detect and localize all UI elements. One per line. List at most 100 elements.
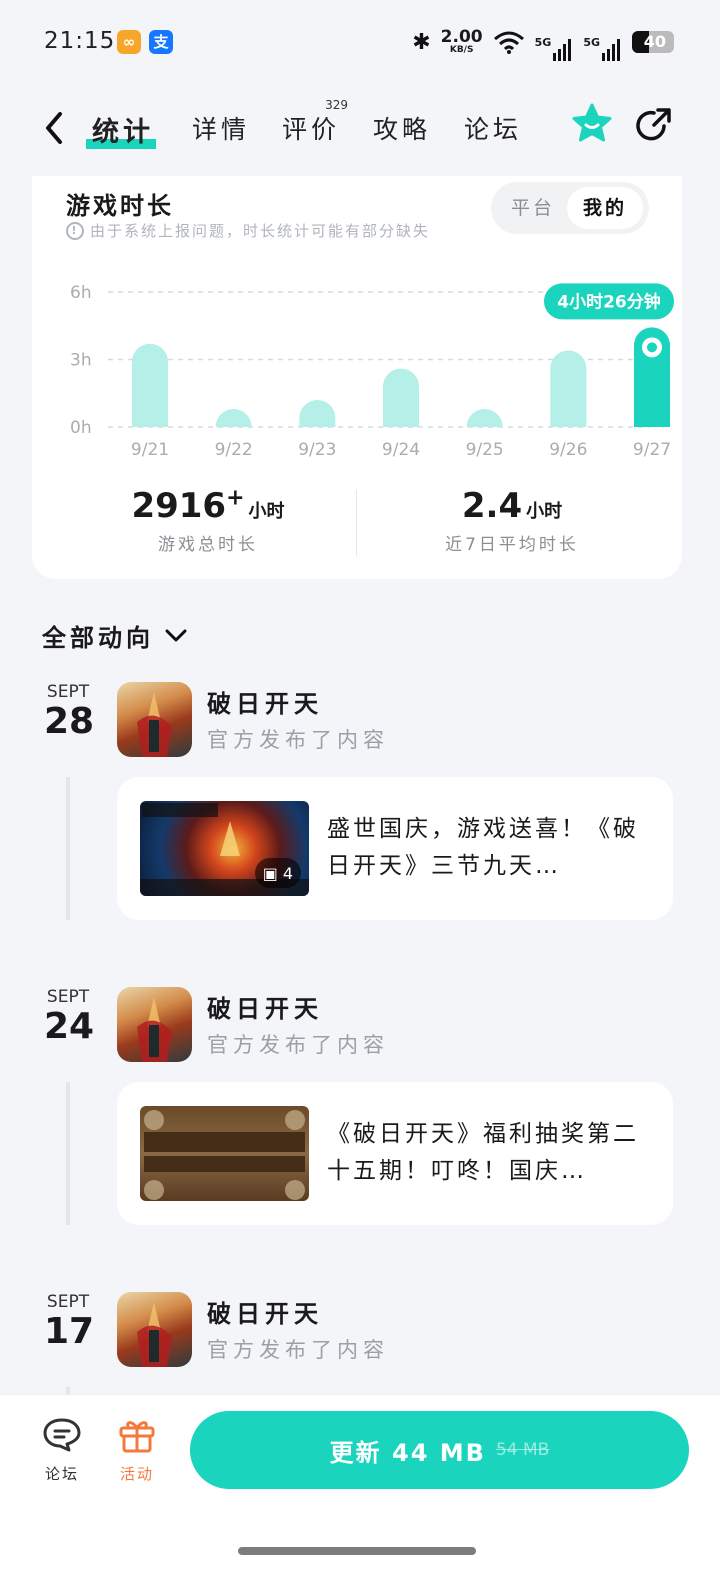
avg-label: 近7日平均时长 <box>445 535 579 555</box>
total-label: 游戏总时长 <box>158 535 258 556</box>
tab-reviews[interactable]: 评价 329 <box>282 98 348 146</box>
signal-bars-icon <box>602 38 622 61</box>
tab-guides[interactable]: 攻略 <box>373 110 431 146</box>
x-tick-label: 9/25 <box>466 440 504 460</box>
update-button[interactable]: 更新 44 MB 54 MB <box>190 1411 689 1489</box>
image-icon: ▣ <box>262 863 278 883</box>
feed-month: SEPT <box>46 682 90 702</box>
game-name[interactable]: 破日开天 <box>207 1294 323 1329</box>
info-icon: ! <box>66 221 84 240</box>
toggle-platform[interactable]: 平台 <box>499 187 567 229</box>
chevron-down-icon <box>165 629 187 641</box>
post-text: 盛世国庆，游戏送喜！《破日开天》三节九天… <box>327 816 639 879</box>
x-tick-label: 9/24 <box>382 440 420 460</box>
feed-day: 28 <box>44 701 95 742</box>
old-size-label: 54 MB <box>495 1440 550 1460</box>
post-card[interactable]: ▣ 4 盛世国庆，游戏送喜！《破日开天》三节九天… <box>117 777 673 920</box>
status-time: 21:15 <box>44 28 116 54</box>
tab-details[interactable]: 详情 <box>192 110 250 146</box>
all-activity-dropdown[interactable]: 全部动向 <box>42 618 188 653</box>
play-time-chart: 0h 3h 6h 9/21 9/22 9/23 9/24 9/25 9/26 9/27 4小时26分… <box>70 283 674 460</box>
game-name[interactable]: 破日开天 <box>207 989 323 1024</box>
gift-icon <box>119 1421 155 1453</box>
post-image[interactable] <box>140 1106 309 1201</box>
network-rate: 2.00 KB/S <box>440 27 483 55</box>
game-icon[interactable] <box>117 1292 192 1367</box>
feed-day: 24 <box>44 1006 95 1047</box>
notice-text: 由于系统上报问题，时长统计可能有部分缺失 <box>90 222 431 240</box>
x-tick-label: 9/21 <box>131 440 169 460</box>
battery-icon: 40 <box>632 31 674 53</box>
tooltip-text: 4小时26分钟 <box>557 291 661 312</box>
signal-5g-1: 5G <box>535 36 574 61</box>
chart-bar <box>466 409 503 427</box>
timeline-line <box>66 1082 70 1225</box>
x-tick-label: 9/22 <box>215 440 253 460</box>
favorite-star-icon[interactable] <box>570 102 614 146</box>
total-unit: 小时 <box>248 501 285 523</box>
activity-button[interactable]: 活动 <box>107 1417 167 1484</box>
toggle-mine[interactable]: 我的 <box>567 187 643 229</box>
bar-highlight-dot-inner <box>647 342 657 353</box>
update-label: 更新 44 MB <box>329 1438 486 1467</box>
tab-reviews-label: 评价 <box>282 115 341 144</box>
activity-label: 活动 <box>119 1465 154 1483</box>
avg-playtime: 2.4 小时 近7日平均时长 <box>432 486 592 555</box>
chart-bar <box>215 409 252 427</box>
top-nav: 统计 详情 评价 329 攻略 论坛 <box>0 96 720 160</box>
app-notification-icon: ∞ <box>117 30 141 54</box>
total-playtime: 2916+小时 游戏总时长 <box>128 486 288 555</box>
tab-stats[interactable]: 统计 <box>86 110 156 149</box>
wifi-icon <box>493 31 524 54</box>
x-tick-label: 9/26 <box>549 440 587 460</box>
y-tick-label: 3h <box>70 351 92 371</box>
feed-month: SEPT <box>46 1292 90 1312</box>
avg-value: 2.4 <box>461 486 523 526</box>
battery-level: 40 <box>643 32 666 51</box>
signal-5g-2: 5G <box>583 36 622 61</box>
y-tick-label: 0h <box>70 418 92 438</box>
feed-date: SEPT 24 <box>44 987 95 1047</box>
timeline-line <box>66 777 70 920</box>
bottom-bar: 论坛 活动 更新 44 MB 54 MB <box>0 1394 720 1584</box>
tab-forum[interactable]: 论坛 <box>464 110 522 146</box>
post-card[interactable]: 《破日开天》福利抽奖第二十五期！叮咚！国庆… <box>117 1082 673 1225</box>
platform-toggle: 平台 我的 <box>491 182 649 234</box>
stat-divider <box>356 490 357 556</box>
forum-icon <box>43 1418 81 1452</box>
review-count-badge: 329 <box>325 98 349 112</box>
card-title: 游戏时长 <box>66 192 174 220</box>
chart-bar <box>550 350 587 427</box>
game-name[interactable]: 破日开天 <box>207 684 323 719</box>
feed-date: SEPT 17 <box>44 1292 95 1352</box>
chart-bar <box>299 400 336 427</box>
section-title: 全部动向 <box>42 624 154 652</box>
back-arrow-icon[interactable] <box>38 108 68 148</box>
forum-button[interactable]: 论坛 <box>32 1417 92 1484</box>
chart-bar <box>132 343 168 427</box>
signal-bars-icon <box>553 38 573 61</box>
feed-subtitle: 官方发布了内容 <box>207 1033 389 1057</box>
alipay-notification-icon: 支 <box>149 30 173 54</box>
y-tick-label: 6h <box>70 283 92 303</box>
post-image[interactable]: ▣ 4 <box>140 801 309 896</box>
forum-label: 论坛 <box>44 1465 79 1483</box>
chart-bar <box>383 368 419 427</box>
play-time-card: 游戏时长 ! 由于系统上报问题，时长统计可能有部分缺失 平台 我的 0h 3h 6h… <box>32 176 682 579</box>
bluetooth-icon: ✱ <box>412 29 431 55</box>
image-count-badge: ▣ 4 <box>254 858 301 888</box>
feed-subtitle: 官方发布了内容 <box>207 1338 389 1362</box>
feed-subtitle: 官方发布了内容 <box>207 728 389 752</box>
total-value: 2916+ <box>131 486 245 527</box>
feed-date: SEPT 28 <box>44 682 95 742</box>
game-icon[interactable] <box>117 987 192 1062</box>
data-notice: ! 由于系统上报问题，时长统计可能有部分缺失 <box>66 220 430 241</box>
feed-day: 17 <box>44 1311 95 1352</box>
x-tick-label: 9/27 <box>633 440 671 460</box>
home-indicator[interactable] <box>238 1547 476 1555</box>
share-icon[interactable] <box>634 106 674 146</box>
x-tick-label: 9/23 <box>298 440 336 460</box>
post-text: 《破日开天》福利抽奖第二十五期！叮咚！国庆… <box>327 1121 639 1184</box>
game-icon[interactable] <box>117 682 192 757</box>
feed-month: SEPT <box>46 987 90 1007</box>
